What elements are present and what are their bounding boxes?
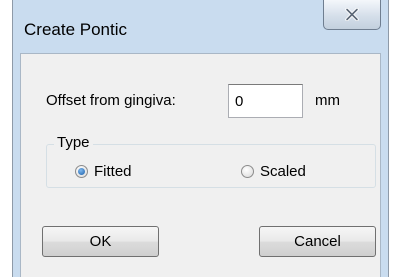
window-title: Create Pontic: [24, 20, 127, 39]
title-bar: Create Pontic: [20, 0, 381, 53]
unit-label: mm: [315, 92, 340, 109]
type-legend: Type: [54, 134, 93, 151]
close-icon: [345, 8, 359, 21]
offset-label: Offset from gingiva:: [46, 92, 176, 109]
cancel-button[interactable]: Cancel: [259, 226, 376, 257]
radio-scaled-label: Scaled: [260, 163, 306, 180]
radio-scaled-indicator: [241, 165, 254, 178]
radio-fitted[interactable]: Fitted: [75, 163, 132, 180]
close-button[interactable]: [323, 0, 381, 30]
offset-input[interactable]: [228, 84, 303, 118]
radio-scaled[interactable]: Scaled: [241, 163, 306, 180]
create-pontic-dialog: Create Pontic Offset from gingiva: mm Ty…: [12, 0, 389, 277]
dialog-body: Offset from gingiva: mm Type Fitted Scal…: [20, 53, 381, 277]
ok-button[interactable]: OK: [42, 226, 159, 257]
radio-fitted-label: Fitted: [94, 163, 132, 180]
radio-fitted-indicator: [75, 165, 88, 178]
